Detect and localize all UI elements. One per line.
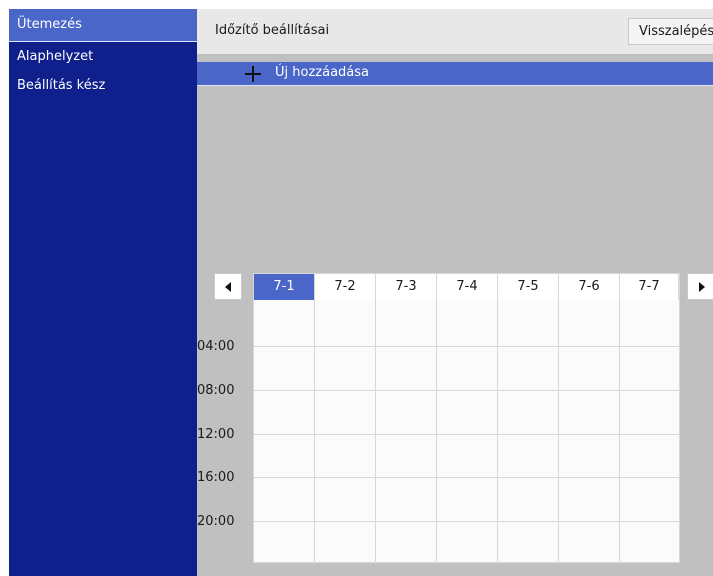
back-button[interactable]: Visszalépés (628, 18, 713, 45)
grid-column-divider (558, 300, 559, 564)
time-label: 16:00 (197, 470, 235, 485)
time-label: 08:00 (197, 383, 235, 398)
grid-row-divider (254, 521, 681, 522)
grid-row-divider (254, 346, 681, 347)
sidebar-item-label: Beállítás kész (17, 78, 106, 93)
sidebar: Ütemezés Alaphelyzet Beállítás kész (9, 9, 197, 576)
add-new-button[interactable]: Új hozzáadása (197, 62, 713, 86)
prev-days-button[interactable] (214, 273, 242, 300)
day-tab-7-7[interactable]: 7-7 (620, 274, 679, 300)
day-tab-7-6[interactable]: 7-6 (559, 274, 620, 300)
arrow-left-icon (225, 282, 231, 292)
page-title: Időzítő beállításai (215, 23, 330, 38)
time-label: 12:00 (197, 427, 235, 442)
day-tab-7-3[interactable]: 7-3 (376, 274, 437, 300)
schedule-grid: 7-1 7-2 7-3 7-4 7-5 7-6 7-7 (253, 273, 681, 564)
plus-icon (245, 66, 261, 82)
grid-column-divider (314, 300, 315, 564)
time-label: 04:00 (197, 339, 235, 354)
main-panel: Időzítő beállításai Visszalépés Új hozzá… (197, 9, 713, 576)
day-tab-7-1[interactable]: 7-1 (254, 274, 315, 300)
day-tab-7-2[interactable]: 7-2 (315, 274, 376, 300)
time-label: 20:00 (197, 514, 235, 529)
sidebar-item-beallitas-kesz[interactable]: Beállítás kész (9, 71, 197, 100)
sidebar-item-utemezes[interactable]: Ütemezés (9, 9, 197, 42)
grid-column-divider (497, 300, 498, 564)
grid-row-divider (254, 434, 681, 435)
next-days-button[interactable] (687, 273, 713, 300)
day-tab-7-5[interactable]: 7-5 (498, 274, 559, 300)
sidebar-item-label: Ütemezés (17, 17, 82, 32)
grid-column-divider (436, 300, 437, 564)
grid-row-divider (254, 477, 681, 478)
grid-row-divider (254, 390, 681, 391)
day-tab-7-4[interactable]: 7-4 (437, 274, 498, 300)
grid-column-divider (375, 300, 376, 564)
sidebar-item-alaphelyzet[interactable]: Alaphelyzet (9, 42, 197, 71)
sidebar-item-label: Alaphelyzet (17, 49, 94, 64)
add-new-label: Új hozzáadása (275, 65, 369, 80)
header-bar: Időzítő beállításai Visszalépés (197, 9, 713, 54)
arrow-right-icon (699, 282, 705, 292)
grid-column-divider (619, 300, 620, 564)
